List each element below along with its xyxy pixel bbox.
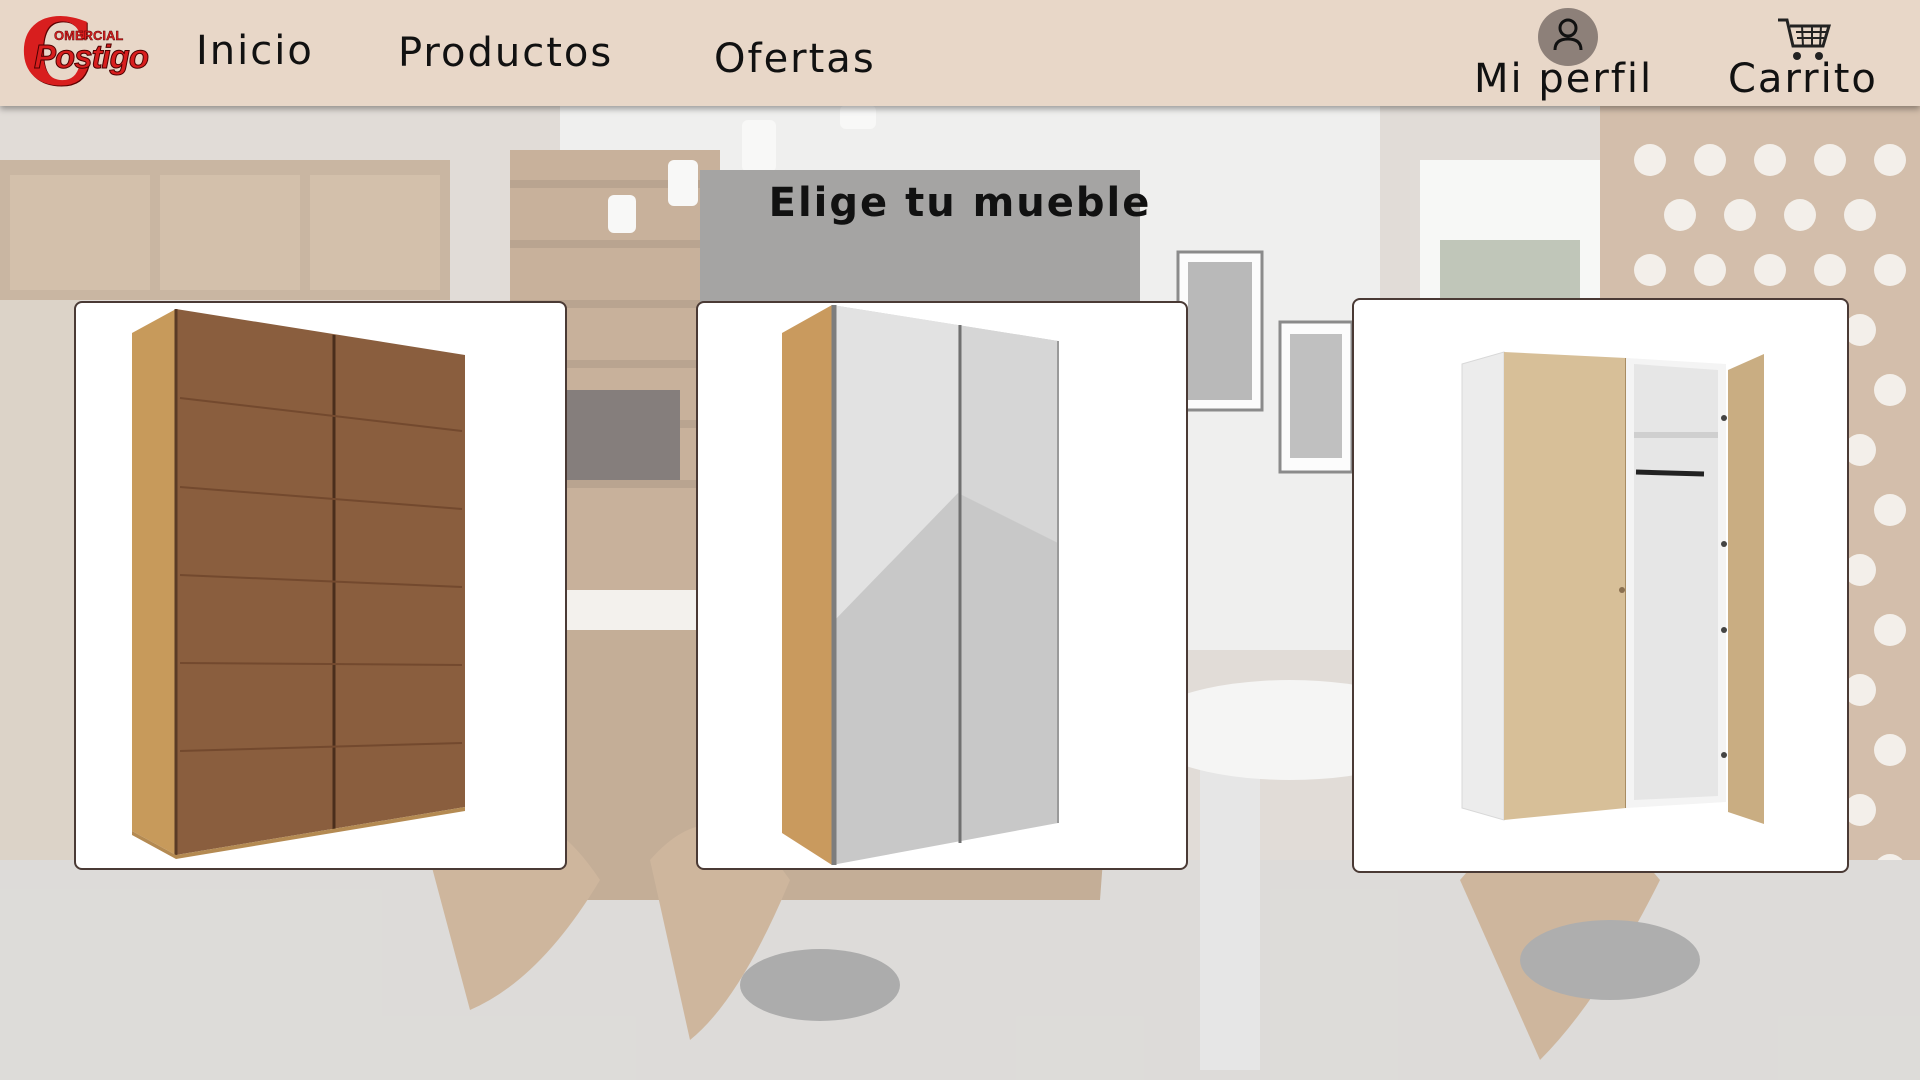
product-card-1[interactable] <box>74 301 567 870</box>
profile-button[interactable]: Mi perfil <box>1474 6 1660 102</box>
wardrobe-wood-panels-image <box>132 309 465 859</box>
nav-link-productos[interactable]: Productos <box>398 30 613 76</box>
cart-label: Carrito <box>1728 56 1878 102</box>
brand-logo[interactable]: C OMERCIAL Postigo <box>20 6 150 98</box>
page-heading: Elige tu mueble <box>0 180 1920 226</box>
top-navbar: C OMERCIAL Postigo Inicio Productos Ofer… <box>0 0 1920 106</box>
wardrobe-open-interior-image <box>1461 351 1764 824</box>
product-card-3[interactable] <box>1352 298 1849 873</box>
product-card-2[interactable] <box>696 301 1188 870</box>
logo-main-text: Postigo <box>34 38 150 76</box>
cart-button[interactable]: Carrito <box>1728 16 1880 102</box>
wardrobe-grey-gloss-image <box>782 305 1059 865</box>
heading-text: Elige tu mueble <box>768 180 1152 226</box>
nav-link-ofertas[interactable]: Ofertas <box>714 36 876 82</box>
nav-link-inicio[interactable]: Inicio <box>196 28 314 74</box>
profile-label: Mi perfil <box>1474 56 1654 102</box>
